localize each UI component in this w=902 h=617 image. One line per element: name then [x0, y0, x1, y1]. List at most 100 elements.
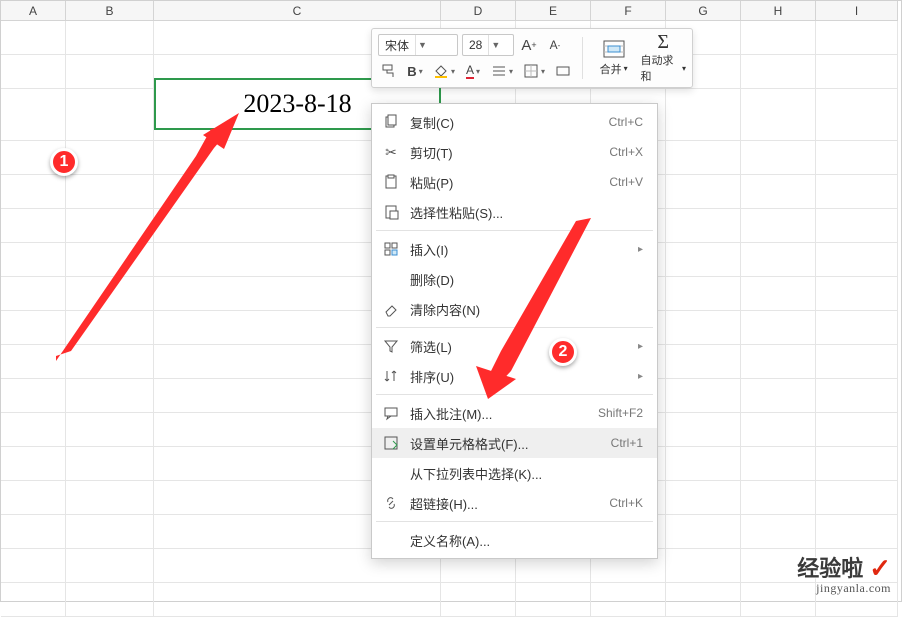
cell[interactable] [666, 89, 741, 141]
cell[interactable] [66, 447, 154, 481]
cell[interactable] [66, 21, 154, 55]
cell[interactable] [816, 209, 898, 243]
cell[interactable] [816, 89, 898, 141]
cell[interactable] [666, 481, 741, 515]
cell[interactable] [1, 277, 66, 311]
merge-cells-button[interactable]: 合并▾ [591, 35, 637, 81]
cell[interactable] [1, 379, 66, 413]
align-button[interactable]: ▾ [488, 60, 516, 82]
menu-delete[interactable]: 删除(D) [372, 264, 657, 294]
cell[interactable] [1, 55, 66, 89]
fill-color-button[interactable]: ▾ [430, 60, 458, 82]
cell[interactable] [666, 447, 741, 481]
cell[interactable] [66, 209, 154, 243]
cell[interactable] [66, 379, 154, 413]
cell[interactable] [1, 311, 66, 345]
cell[interactable] [816, 481, 898, 515]
column-header-h[interactable]: H [741, 1, 816, 21]
cell[interactable] [816, 311, 898, 345]
cell[interactable] [741, 447, 816, 481]
cell[interactable] [66, 515, 154, 549]
cell[interactable] [816, 141, 898, 175]
cell[interactable] [741, 175, 816, 209]
format-painter-button[interactable] [378, 60, 400, 82]
cell[interactable] [1, 583, 66, 617]
cell[interactable] [1, 549, 66, 583]
cell[interactable] [816, 243, 898, 277]
cell[interactable] [741, 89, 816, 141]
column-header-g[interactable]: G [666, 1, 741, 21]
cell[interactable] [1, 481, 66, 515]
menu-copy[interactable]: 复制(C) Ctrl+C [372, 107, 657, 137]
cell[interactable] [741, 311, 816, 345]
increase-font-button[interactable]: A+ [518, 34, 540, 56]
cell[interactable] [66, 55, 154, 89]
cell[interactable] [816, 277, 898, 311]
menu-pick-from-list[interactable]: 从下拉列表中选择(K)... [372, 458, 657, 488]
cell[interactable] [741, 55, 816, 89]
cell[interactable] [816, 345, 898, 379]
cell[interactable] [816, 21, 898, 55]
column-header-f[interactable]: F [591, 1, 666, 21]
menu-clear[interactable]: 清除内容(N) [372, 294, 657, 324]
cell[interactable] [666, 175, 741, 209]
cell[interactable] [1, 447, 66, 481]
cell[interactable] [741, 21, 816, 55]
cell[interactable] [66, 141, 154, 175]
bold-button[interactable]: B▾ [404, 60, 426, 82]
cell[interactable] [816, 55, 898, 89]
column-header-i[interactable]: I [816, 1, 898, 21]
cell[interactable] [1, 89, 66, 141]
cell[interactable] [666, 379, 741, 413]
cell[interactable] [666, 243, 741, 277]
font-size-combo[interactable]: 28 ▼ [462, 34, 514, 56]
cell[interactable] [66, 583, 154, 617]
cell[interactable] [591, 583, 666, 617]
cell[interactable] [154, 583, 441, 617]
menu-paste[interactable]: 粘贴(P) Ctrl+V [372, 167, 657, 197]
cell[interactable] [66, 277, 154, 311]
cell[interactable] [66, 311, 154, 345]
column-header-d[interactable]: D [441, 1, 516, 21]
cell[interactable] [1, 243, 66, 277]
menu-paste-special[interactable]: 选择性粘贴(S)... [372, 197, 657, 227]
cell[interactable] [1, 175, 66, 209]
cell[interactable] [66, 243, 154, 277]
cell[interactable] [741, 277, 816, 311]
cell[interactable] [441, 583, 516, 617]
autosum-button[interactable]: Σ 自动求和▾ [640, 35, 686, 81]
cell[interactable] [66, 413, 154, 447]
cell[interactable] [741, 243, 816, 277]
menu-define-name[interactable]: 定义名称(A)... [372, 525, 657, 555]
menu-insert[interactable]: 插入(I) ▸ [372, 234, 657, 264]
cell[interactable] [66, 481, 154, 515]
column-header-a[interactable]: A [1, 1, 66, 21]
cell[interactable] [516, 583, 591, 617]
decrease-font-button[interactable]: A- [544, 34, 566, 56]
cell[interactable] [666, 277, 741, 311]
cell[interactable] [666, 515, 741, 549]
column-header-c[interactable]: C [154, 1, 441, 21]
cell[interactable] [666, 345, 741, 379]
cell[interactable] [816, 413, 898, 447]
cell[interactable] [816, 515, 898, 549]
menu-filter[interactable]: 筛选(L) ▸ [372, 331, 657, 361]
font-name-combo[interactable]: 宋体 ▼ [378, 34, 458, 56]
cell[interactable] [1, 21, 66, 55]
cell[interactable] [666, 209, 741, 243]
borders-button[interactable]: ▾ [520, 60, 548, 82]
cell[interactable] [66, 175, 154, 209]
cell[interactable] [741, 481, 816, 515]
menu-format-cells[interactable]: 设置单元格格式(F)... Ctrl+1 [372, 428, 657, 458]
cell[interactable] [66, 345, 154, 379]
cell[interactable] [816, 175, 898, 209]
cell[interactable] [1, 515, 66, 549]
cell[interactable] [741, 515, 816, 549]
cell[interactable] [666, 583, 741, 617]
cell[interactable] [666, 413, 741, 447]
menu-sort[interactable]: 排序(U) ▸ [372, 361, 657, 391]
font-color-button[interactable]: A▾ [462, 60, 484, 82]
cell[interactable] [741, 345, 816, 379]
cell[interactable] [66, 549, 154, 583]
cell[interactable] [666, 549, 741, 583]
